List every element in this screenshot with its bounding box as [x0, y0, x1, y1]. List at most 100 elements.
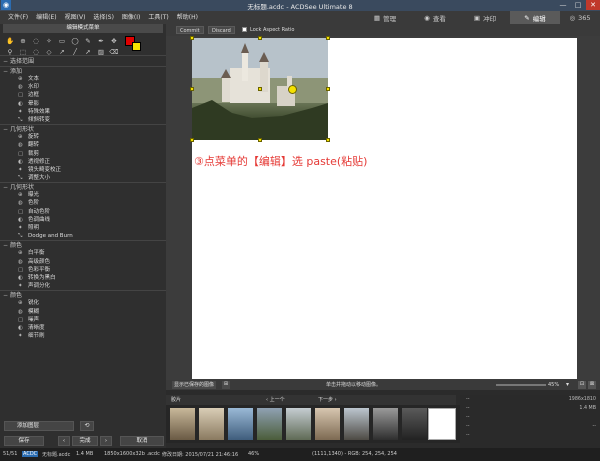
menu-image[interactable]: 图像(I) [118, 11, 144, 24]
tool-item[interactable]: ⤡ Dodge and Burn [0, 232, 166, 240]
thumbnail[interactable] [286, 408, 311, 440]
minimize-button[interactable]: — [556, 0, 570, 10]
tool-item[interactable]: ◐ 晕影 [0, 100, 166, 108]
tool-item[interactable]: ✦ 声调分化 [0, 282, 166, 290]
tool-item[interactable]: ◍ 模糊 [0, 308, 166, 316]
tool-item[interactable]: ⊕ 曝光 [0, 191, 166, 199]
thumbnail[interactable] [199, 408, 224, 440]
tab-develop[interactable]: ▣ 冲印 [460, 11, 510, 24]
background-color-swatch[interactable] [132, 42, 141, 51]
magic-wand-icon[interactable]: ✧ [43, 36, 55, 46]
tab-edit[interactable]: ✎ 编辑 [510, 11, 560, 24]
menu-tools[interactable]: 工具(T) [144, 11, 172, 24]
tool-item[interactable]: ✦ 细节刷 [0, 332, 166, 340]
section-header[interactable]: 颜色 [0, 290, 166, 300]
tool-item[interactable]: ◐ 清晰度 [0, 324, 166, 332]
next-icon[interactable]: › [100, 436, 112, 446]
add-layer-button[interactable]: 添加图层 [4, 421, 74, 431]
zoom-value[interactable]: 45% [548, 381, 559, 389]
resize-handle-t[interactable] [258, 36, 262, 40]
tool-item[interactable]: ◍ 翻转 [0, 141, 166, 149]
save-button[interactable]: 保存 [4, 436, 44, 446]
move-tool-icon[interactable]: ✥ [108, 36, 120, 46]
marquee-tool-icon[interactable]: ▭ [56, 36, 68, 46]
tool-item[interactable]: ▢ 自动色阶 [0, 208, 166, 216]
thumbnail[interactable] [344, 408, 369, 440]
select-range-header[interactable]: 选择范围 [0, 55, 166, 67]
commit-button[interactable]: Commit [176, 26, 204, 34]
tool-item[interactable]: ◍ 高级颜色 [0, 258, 166, 266]
zoom-dropdown-icon[interactable]: ▾ [566, 381, 574, 389]
close-button[interactable]: ✕ [586, 0, 600, 10]
menu-select[interactable]: 选择(S) [89, 11, 118, 24]
tool-item[interactable]: ◐ 透视修正 [0, 158, 166, 166]
tab-365[interactable]: ◎ 365 [560, 11, 600, 24]
next-image-button[interactable]: 下一步 › [318, 396, 337, 404]
discard-button[interactable]: Discard [208, 26, 235, 34]
fit-icon[interactable]: ⊡ [578, 381, 586, 389]
resize-handle-l[interactable] [190, 87, 194, 91]
brush-tool-icon[interactable]: ✎ [82, 36, 94, 46]
section-header[interactable]: 颜色 [0, 240, 166, 250]
pasted-castle-image[interactable] [190, 36, 330, 142]
tool-item[interactable]: ⊕ 文本 [0, 75, 166, 83]
tool-item[interactable]: ✦ 特殊效果 [0, 108, 166, 116]
thumbnail[interactable] [402, 408, 427, 440]
lasso-tool-icon[interactable]: ◌ [30, 36, 42, 46]
show-saved-image-button[interactable]: 显示已保存的图像 [172, 381, 217, 389]
tab-view[interactable]: ◉ 查看 [410, 11, 460, 24]
ellipse-tool-icon[interactable]: ◯ [69, 36, 81, 46]
history-icon[interactable]: ⟲ [80, 421, 94, 431]
tab-manage[interactable]: ▦ 管理 [360, 11, 410, 24]
tool-item[interactable]: ◐ 转换为黑白 [0, 274, 166, 282]
prev-icon[interactable]: ‹ [58, 436, 70, 446]
thumbnail[interactable] [315, 408, 340, 440]
tool-item[interactable]: ◐ 色调曲线 [0, 216, 166, 224]
hand-tool-icon[interactable]: ✋ [4, 36, 16, 46]
cancel-button[interactable]: 取消 [120, 436, 164, 446]
tool-item[interactable]: ⊕ 旋转 [0, 133, 166, 141]
tool-item[interactable]: ◍ 色阶 [0, 199, 166, 207]
thumbnail[interactable] [257, 408, 282, 440]
menu-view[interactable]: 视图(V) [61, 11, 90, 24]
done-button[interactable]: 完成 [72, 436, 98, 446]
menu-help[interactable]: 帮助(H) [173, 11, 202, 24]
menu-file[interactable]: 文件(F) [4, 11, 32, 24]
tool-item[interactable]: ▢ 裁剪 [0, 150, 166, 158]
compare-icon[interactable]: ⊞ [222, 381, 230, 389]
rotate-handle[interactable] [288, 85, 297, 94]
pen-tool-icon[interactable]: ✒ [95, 36, 107, 46]
thumbnail[interactable] [373, 408, 398, 440]
thumbnail-current[interactable] [428, 408, 456, 440]
prev-image-button[interactable]: ‹ 上一个 [266, 396, 285, 404]
tool-item[interactable]: ⤡ 倾斜转变 [0, 116, 166, 124]
resize-handle-tr[interactable] [326, 36, 330, 40]
section-header[interactable]: 添加 [0, 66, 166, 76]
maximize-button[interactable]: □ [571, 0, 585, 10]
menu-edit[interactable]: 编辑(E) [32, 11, 60, 24]
zoom-tool-icon[interactable]: ⊕ [17, 36, 29, 46]
section-header[interactable]: 几何形状 [0, 124, 166, 134]
thumbnail[interactable] [170, 408, 195, 440]
tool-item[interactable]: ▢ 边框 [0, 91, 166, 99]
lock-aspect-checkbox[interactable] [242, 27, 247, 32]
tool-item[interactable]: ▢ 噪声 [0, 316, 166, 324]
resize-handle-bl[interactable] [190, 138, 194, 142]
actual-size-icon[interactable]: ⊠ [588, 381, 596, 389]
tool-item[interactable]: ⤡ 调整大小 [0, 174, 166, 182]
tool-item[interactable]: ▢ 色彩平衡 [0, 266, 166, 274]
resize-handle-b[interactable] [258, 138, 262, 142]
tool-item[interactable]: ✦ 照明 [0, 224, 166, 232]
zoom-slider[interactable] [496, 384, 546, 386]
resize-handle-tl[interactable] [190, 36, 194, 40]
tool-item[interactable]: ⊕ 白平衡 [0, 249, 166, 257]
tool-item[interactable]: ◍ 水印 [0, 83, 166, 91]
tool-item[interactable]: ✦ 镜头畸变校正 [0, 166, 166, 174]
section-header[interactable]: 几何形状 [0, 182, 166, 192]
thumbnail[interactable] [228, 408, 253, 440]
resize-handle-r[interactable] [326, 87, 330, 91]
resize-handle-center[interactable] [258, 87, 262, 91]
resize-handle-br[interactable] [326, 138, 330, 142]
tool-item[interactable]: ⊕ 锐化 [0, 299, 166, 307]
tool-item-label: 旋转 [28, 134, 40, 141]
